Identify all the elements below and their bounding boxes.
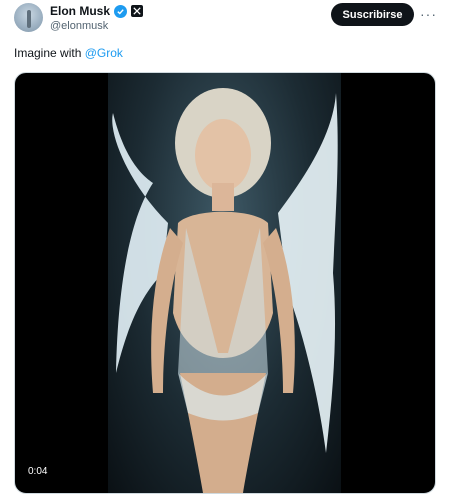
video-frame-art [112, 88, 338, 493]
neck-shape [212, 183, 234, 211]
verified-badge-icon[interactable] [114, 4, 128, 18]
author-name[interactable]: Elon Musk [50, 4, 110, 18]
avatar[interactable] [14, 3, 43, 32]
video-thumbnail[interactable] [108, 73, 341, 493]
tweet-text: Imagine with @Grok [14, 46, 123, 60]
tweet-body: Imagine with [14, 46, 85, 60]
more-options-icon[interactable]: ··· [420, 6, 437, 22]
author-row: Elon Musk [50, 4, 144, 18]
face-shape [195, 119, 251, 191]
video-player[interactable]: 0:04 [14, 72, 436, 494]
avatar-figure [27, 10, 31, 28]
video-duration: 0:04 [23, 464, 53, 479]
x-logo-icon[interactable] [131, 5, 144, 17]
mention-link[interactable]: @Grok [85, 46, 123, 60]
subscribe-button[interactable]: Suscribirse [331, 3, 414, 26]
author-handle[interactable]: @elonmusk [50, 20, 108, 32]
